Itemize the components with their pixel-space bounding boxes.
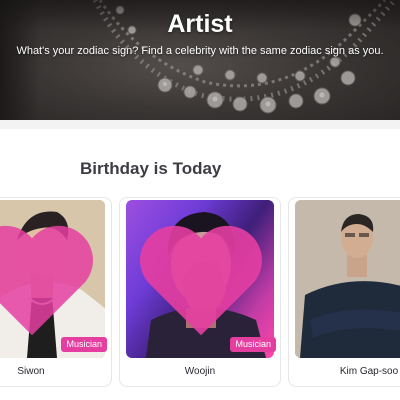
page-title: Artist xyxy=(167,10,233,38)
artist-name[interactable]: Woojin xyxy=(120,366,280,377)
artist-photo-illustration xyxy=(295,200,400,358)
artist-name[interactable]: Kim Gap-soo xyxy=(289,366,400,377)
section-title: Birthday is Today xyxy=(80,159,222,178)
birthday-section: Birthday is Today Musician Siwon Musicia… xyxy=(0,129,400,400)
heart-icon[interactable] xyxy=(126,200,274,358)
artist-name[interactable]: Siwon xyxy=(0,366,111,377)
artist-card-woojin[interactable]: Musician Woojin xyxy=(119,197,281,387)
category-badge: Musician xyxy=(61,337,107,352)
heart-icon[interactable] xyxy=(0,200,105,358)
artist-card-kim-gap-soo[interactable]: Kim Gap-soo xyxy=(288,197,400,387)
artist-photo xyxy=(126,200,274,358)
hero-banner: Artist What's your zodiac sign? Find a c… xyxy=(0,0,400,120)
category-badge: Musician xyxy=(230,337,276,352)
artist-photo xyxy=(0,200,105,358)
artist-photo xyxy=(295,200,400,358)
artist-card-siwon[interactable]: Musician Siwon xyxy=(0,197,112,387)
page-subtitle: What's your zodiac sign? Find a celebrit… xyxy=(16,45,384,57)
page: Artist What's your zodiac sign? Find a c… xyxy=(0,0,400,400)
